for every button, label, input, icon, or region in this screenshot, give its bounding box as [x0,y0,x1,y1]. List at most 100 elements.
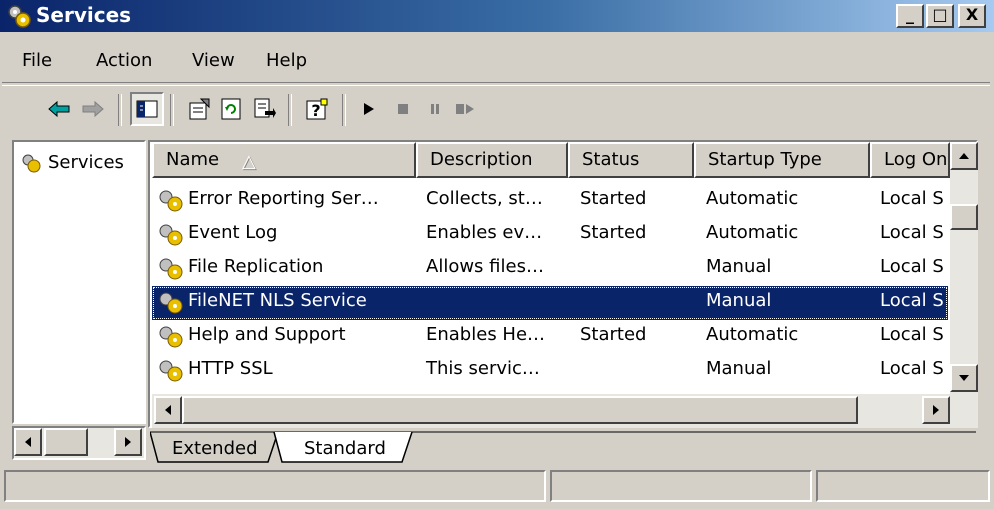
services-gears-icon [22,154,41,173]
service-row[interactable]: HTTP SSL This servic… Manual Local S [152,354,948,388]
start-service-icon [364,103,374,115]
stop-service-icon [398,104,408,114]
help-icon: ? [306,98,328,120]
refresh-icon [221,98,241,120]
scroll-thumb[interactable] [44,428,88,456]
scroll-right-button[interactable] [114,428,142,456]
export-list-icon [254,98,276,118]
close-button[interactable]: X [958,4,986,28]
menu-file[interactable]: File [22,50,52,71]
back-button[interactable] [42,92,76,126]
status-bar-panel [550,470,812,502]
service-startup-type: Manual [706,358,772,379]
show-hide-tree-icon [136,100,158,118]
service-status: Started [580,324,647,345]
scroll-thumb[interactable] [182,396,858,424]
service-description: This servic… [426,358,540,379]
column-header-status[interactable]: Status [568,142,694,178]
service-row[interactable]: File Replication Allows files… Manual Lo… [152,252,948,286]
scroll-thumb[interactable] [950,204,978,230]
arrow-up-icon [959,153,969,159]
properties-button[interactable] [182,92,216,126]
scroll-right-button[interactable] [922,396,950,424]
tree-item-services[interactable]: Services [48,152,124,173]
menu-view[interactable]: View [192,50,235,71]
forward-icon [82,100,104,118]
service-status: Started [580,188,647,209]
service-log-on: Local S [880,222,944,243]
tab-standard[interactable]: Standard [304,438,386,459]
toolbar-separator [170,94,174,126]
title-bar[interactable]: Services _ □ X [0,0,994,32]
status-bar-panel [4,470,546,502]
service-gear-icon [159,292,183,314]
service-log-on: Local S [880,324,944,345]
service-name: Event Log [188,222,278,243]
toolbar-separator [288,94,292,126]
column-header-startup-type[interactable]: Startup Type [694,142,870,178]
help-button[interactable]: ? [300,92,334,126]
menu-action[interactable]: Action [96,50,152,71]
restart-service-icon [456,104,474,114]
stop-service-button[interactable] [386,92,420,126]
service-row[interactable]: Event Log Enables ev… Started Automatic … [152,218,948,252]
start-service-button[interactable] [352,92,386,126]
properties-icon [189,98,210,120]
scroll-down-button[interactable] [950,364,978,392]
pause-service-button[interactable] [418,92,452,126]
arrow-left-icon [25,437,31,447]
tree-horizontal-scrollbar[interactable] [12,426,146,460]
service-gear-icon [159,258,183,280]
toolbar-separator [118,94,122,126]
arrow-left-icon [165,405,171,415]
service-log-on: Local S [880,358,944,379]
tab-extended[interactable]: Extended [172,438,258,459]
arrow-down-icon [959,375,969,381]
service-name: File Replication [188,256,324,277]
console-tree-pane[interactable]: Services [12,140,146,424]
service-startup-type: Manual [706,290,772,311]
tab-strip-outline [150,431,976,463]
forward-button[interactable] [76,92,110,126]
service-gear-icon [159,360,183,382]
arrow-right-icon [125,437,131,447]
service-startup-type: Automatic [706,188,799,209]
service-startup-type: Automatic [706,222,799,243]
service-status: Started [580,222,647,243]
refresh-button[interactable] [214,92,248,126]
service-description: Enables ev… [426,222,543,243]
menu-help[interactable]: Help [266,50,307,71]
service-row[interactable]: Help and Support Enables He… Started Aut… [152,320,948,354]
column-header-log-on[interactable]: Log On [870,142,950,178]
service-description: Allows files… [426,256,544,277]
horizontal-scrollbar[interactable] [152,394,978,428]
service-startup-type: Automatic [706,324,799,345]
service-startup-type: Manual [706,256,772,277]
export-list-button[interactable] [248,92,282,126]
maximize-button[interactable]: □ [926,4,954,28]
svg-text:?: ? [311,101,320,120]
vertical-scrollbar[interactable] [950,142,978,394]
show-hide-tree-button[interactable] [130,92,164,126]
column-header-description[interactable]: Description [416,142,568,178]
restart-service-button[interactable] [448,92,482,126]
service-log-on: Local S [880,290,944,311]
scroll-left-button[interactable] [154,396,182,424]
toolbar-separator [342,94,346,126]
back-icon [48,100,70,118]
minimize-button[interactable]: _ [896,4,924,28]
pause-service-icon [431,104,439,114]
service-gear-icon [159,326,183,348]
service-log-on: Local S [880,256,944,277]
service-name: Help and Support [188,324,346,345]
scroll-up-button[interactable] [950,142,978,170]
view-tabs: Extended Standard [150,430,976,466]
service-name: FileNET NLS Service [188,290,367,311]
service-gear-icon [159,224,183,246]
scroll-left-button[interactable] [14,428,42,456]
column-header-name[interactable]: Name △ [152,142,416,178]
service-description: Enables He… [426,324,546,345]
services-gears-icon [8,5,31,28]
service-row-selected[interactable]: FileNET NLS Service Manual Local S [152,286,948,320]
service-row[interactable]: Error Reporting Ser… Collects, st… Start… [152,184,948,218]
